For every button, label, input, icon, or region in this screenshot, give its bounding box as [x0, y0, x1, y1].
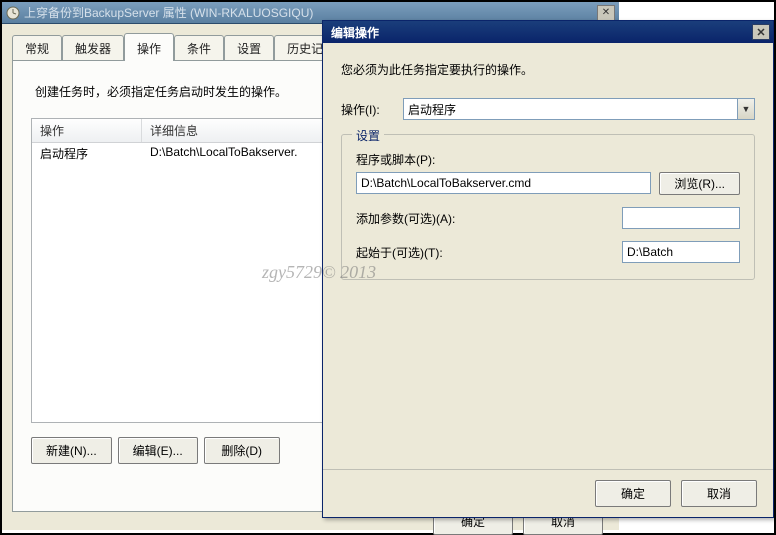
- ok-button[interactable]: 确定: [595, 480, 671, 507]
- tab-triggers[interactable]: 触发器: [62, 35, 124, 61]
- dialog-instruction: 您必须为此任务指定要执行的操作。: [341, 61, 755, 78]
- startin-input[interactable]: [622, 241, 740, 263]
- new-button[interactable]: 新建(N)...: [31, 437, 112, 464]
- action-combobox[interactable]: ▼: [403, 98, 755, 120]
- close-icon[interactable]: ✕: [597, 5, 615, 21]
- args-input[interactable]: [622, 207, 740, 229]
- chevron-down-icon[interactable]: ▼: [737, 98, 755, 120]
- tab-conditions[interactable]: 条件: [174, 35, 224, 61]
- dialog-titlebar: 编辑操作 ✕: [323, 21, 773, 43]
- action-combobox-value[interactable]: [403, 98, 737, 120]
- delete-button[interactable]: 删除(D): [204, 437, 280, 464]
- col-header-action[interactable]: 操作: [32, 119, 142, 142]
- tab-settings[interactable]: 设置: [224, 35, 274, 61]
- groupbox-legend: 设置: [352, 127, 384, 144]
- args-label: 添加参数(可选)(A):: [356, 210, 612, 227]
- close-icon[interactable]: ✕: [752, 24, 770, 40]
- edit-button[interactable]: 编辑(E)...: [118, 437, 198, 464]
- cell-action: 启动程序: [32, 143, 142, 164]
- dialog-title: 编辑操作: [331, 24, 752, 41]
- browse-button[interactable]: 浏览(R)...: [659, 172, 740, 195]
- cancel-button[interactable]: 取消: [681, 480, 757, 507]
- script-path-input[interactable]: [356, 172, 651, 194]
- tab-general[interactable]: 常规: [12, 35, 62, 61]
- tab-actions[interactable]: 操作: [124, 33, 174, 61]
- startin-label: 起始于(可选)(T):: [356, 244, 612, 261]
- action-label: 操作(I):: [341, 101, 395, 118]
- main-window-title: 上穿备份到BackupServer 属性 (WIN-RKALUOSGIQU): [24, 4, 593, 21]
- edit-action-dialog: 编辑操作 ✕ 您必须为此任务指定要执行的操作。 操作(I): ▼ 设置 程序或脚…: [322, 20, 774, 518]
- settings-groupbox: 设置 程序或脚本(P): 浏览(R)... 添加参数(可选)(A): 起始于(可…: [341, 134, 755, 280]
- script-label: 程序或脚本(P):: [356, 151, 740, 168]
- clock-icon: [6, 6, 20, 20]
